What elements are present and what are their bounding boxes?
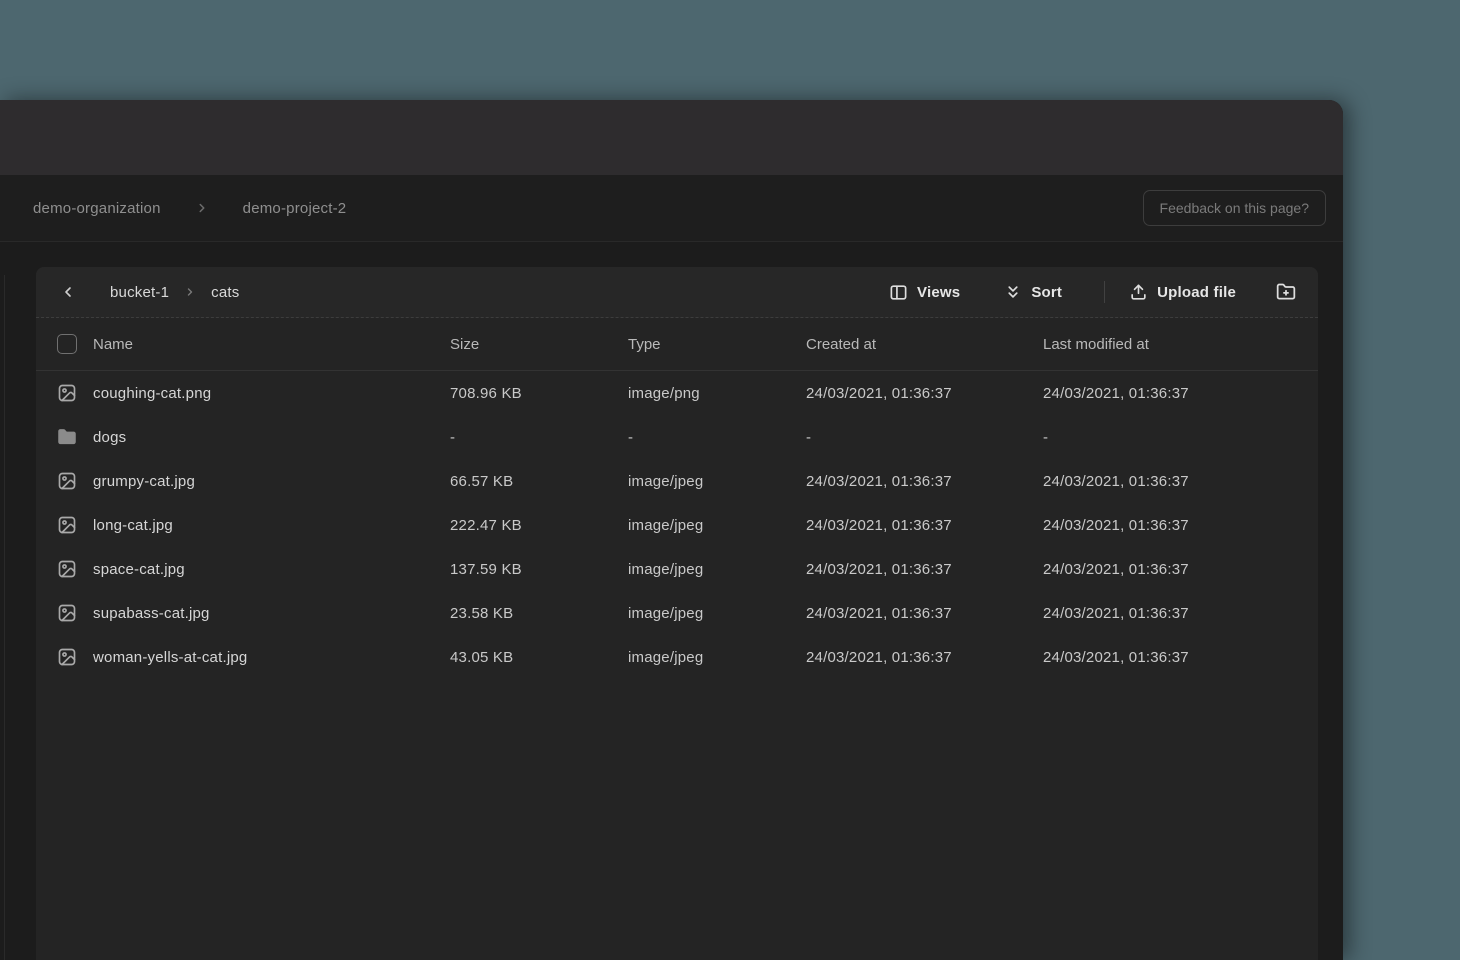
breadcrumb-folder[interactable]: cats bbox=[211, 284, 239, 301]
upload-file-button-label: Upload file bbox=[1157, 284, 1236, 301]
table-row[interactable]: dogs---- bbox=[36, 415, 1318, 459]
file-size: 23.58 KB bbox=[450, 605, 628, 622]
file-modified-at: 24/03/2021, 01:36:37 bbox=[1043, 605, 1318, 622]
file-created-at: - bbox=[806, 429, 1043, 446]
column-header-last-modified-at: Last modified at bbox=[1043, 336, 1318, 353]
file-name: dogs bbox=[93, 429, 126, 446]
file-name: long-cat.jpg bbox=[93, 517, 173, 534]
file-type: image/jpeg bbox=[628, 649, 806, 666]
sort-button-label: Sort bbox=[1031, 284, 1062, 301]
file-size: - bbox=[450, 429, 628, 446]
image-file-icon bbox=[57, 603, 77, 623]
chevrons-down-icon bbox=[1004, 283, 1022, 301]
file-type: image/jpeg bbox=[628, 517, 806, 534]
file-type: image/png bbox=[628, 385, 806, 402]
path-breadcrumb: bucket-1 cats bbox=[110, 284, 239, 301]
sort-button[interactable]: Sort bbox=[1002, 277, 1064, 307]
file-browser-panel: bucket-1 cats Views bbox=[36, 267, 1318, 960]
file-modified-at: 24/03/2021, 01:36:37 bbox=[1043, 649, 1318, 666]
folder-icon bbox=[57, 427, 77, 447]
file-created-at: 24/03/2021, 01:36:37 bbox=[806, 517, 1043, 534]
file-created-at: 24/03/2021, 01:36:37 bbox=[806, 605, 1043, 622]
file-name: space-cat.jpg bbox=[93, 561, 185, 578]
storage-explorer: bucket-1 cats Views bbox=[0, 242, 1343, 960]
table-header: Name Size Type Created at Last modified … bbox=[36, 318, 1318, 371]
column-header-size: Size bbox=[450, 336, 628, 353]
views-button-label: Views bbox=[917, 284, 960, 301]
file-modified-at: - bbox=[1043, 429, 1318, 446]
file-modified-at: 24/03/2021, 01:36:37 bbox=[1043, 385, 1318, 402]
file-name: woman-yells-at-cat.jpg bbox=[93, 649, 247, 666]
image-file-icon bbox=[57, 559, 77, 579]
file-type: image/jpeg bbox=[628, 561, 806, 578]
chevron-right-icon bbox=[195, 201, 209, 215]
breadcrumb-project[interactable]: demo-project-2 bbox=[243, 200, 347, 217]
breadcrumb-organization[interactable]: demo-organization bbox=[33, 200, 161, 217]
file-created-at: 24/03/2021, 01:36:37 bbox=[806, 385, 1043, 402]
views-button[interactable]: Views bbox=[887, 277, 962, 308]
table-row[interactable]: long-cat.jpg222.47 KBimage/jpeg24/03/202… bbox=[36, 503, 1318, 547]
column-header-type: Type bbox=[628, 336, 806, 353]
file-modified-at: 24/03/2021, 01:36:37 bbox=[1043, 561, 1318, 578]
select-all-checkbox[interactable] bbox=[57, 334, 77, 354]
table-row[interactable]: space-cat.jpg137.59 KBimage/jpeg24/03/20… bbox=[36, 547, 1318, 591]
column-header-created-at: Created at bbox=[806, 336, 1043, 353]
upload-icon bbox=[1129, 283, 1148, 302]
back-button[interactable] bbox=[60, 284, 76, 300]
column-header-name: Name bbox=[93, 336, 133, 353]
file-type: image/jpeg bbox=[628, 473, 806, 490]
file-modified-at: 24/03/2021, 01:36:37 bbox=[1043, 473, 1318, 490]
file-size: 137.59 KB bbox=[450, 561, 628, 578]
image-file-icon bbox=[57, 383, 77, 403]
file-created-at: 24/03/2021, 01:36:37 bbox=[806, 561, 1043, 578]
table-body: coughing-cat.png708.96 KBimage/png24/03/… bbox=[36, 371, 1318, 960]
app-header: demo-organization demo-project-2 Feedbac… bbox=[0, 175, 1343, 242]
folder-plus-icon bbox=[1276, 282, 1296, 302]
file-size: 708.96 KB bbox=[450, 385, 628, 402]
chevron-right-icon bbox=[184, 286, 196, 298]
window-titlebar bbox=[0, 100, 1343, 175]
table-row[interactable]: grumpy-cat.jpg66.57 KBimage/jpeg24/03/20… bbox=[36, 459, 1318, 503]
sidebar-edge-divider bbox=[4, 275, 5, 960]
toolbar-divider bbox=[1104, 281, 1105, 303]
toolbar-actions: Views Sort Upload file bbox=[887, 277, 1296, 308]
create-folder-button[interactable] bbox=[1276, 282, 1296, 302]
file-size: 43.05 KB bbox=[450, 649, 628, 666]
app-window: demo-organization demo-project-2 Feedbac… bbox=[0, 100, 1343, 960]
file-type: image/jpeg bbox=[628, 605, 806, 622]
file-modified-at: 24/03/2021, 01:36:37 bbox=[1043, 517, 1318, 534]
file-browser-toolbar: bucket-1 cats Views bbox=[36, 267, 1318, 318]
table-row[interactable]: woman-yells-at-cat.jpg 43.05 KBimage/jpeg… bbox=[36, 635, 1318, 679]
breadcrumb: demo-organization demo-project-2 bbox=[33, 200, 346, 217]
file-size: 222.47 KB bbox=[450, 517, 628, 534]
image-file-icon bbox=[57, 471, 77, 491]
file-created-at: 24/03/2021, 01:36:37 bbox=[806, 473, 1043, 490]
table-row[interactable]: coughing-cat.png708.96 KBimage/png24/03/… bbox=[36, 371, 1318, 415]
file-type: - bbox=[628, 429, 806, 446]
file-created-at: 24/03/2021, 01:36:37 bbox=[806, 649, 1043, 666]
file-name: grumpy-cat.jpg bbox=[93, 473, 195, 490]
file-name: coughing-cat.png bbox=[93, 385, 211, 402]
upload-file-button[interactable]: Upload file bbox=[1127, 277, 1238, 308]
table-row[interactable]: supabass-cat.jpg23.58 KBimage/jpeg24/03/… bbox=[36, 591, 1318, 635]
breadcrumb-bucket[interactable]: bucket-1 bbox=[110, 284, 169, 301]
feedback-button[interactable]: Feedback on this page? bbox=[1143, 190, 1326, 226]
columns-view-icon bbox=[889, 283, 908, 302]
image-file-icon bbox=[57, 515, 77, 535]
image-file-icon bbox=[57, 647, 77, 667]
file-size: 66.57 KB bbox=[450, 473, 628, 490]
file-name: supabass-cat.jpg bbox=[93, 605, 210, 622]
